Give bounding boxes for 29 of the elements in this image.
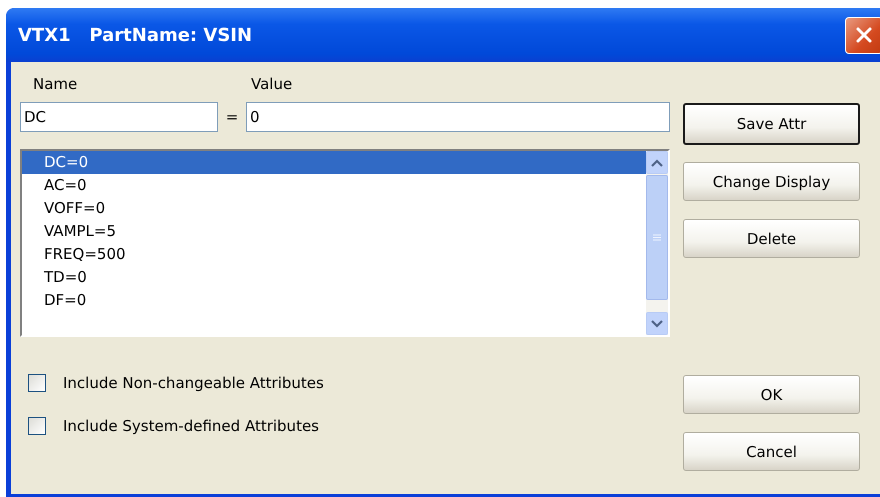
equals-sign: = xyxy=(224,108,240,126)
dialog-button[interactable]: Cancel xyxy=(683,432,860,471)
checkbox-label[interactable]: Include Non-changeable Attributes xyxy=(63,374,324,392)
list-item[interactable]: FREQ=500 xyxy=(22,243,646,266)
scroll-up-button[interactable] xyxy=(646,151,668,174)
scroll-down-button[interactable] xyxy=(646,312,668,335)
name-label: Name xyxy=(32,75,78,95)
dialog-button[interactable]: OK xyxy=(683,375,860,414)
list-item[interactable]: VOFF=0 xyxy=(22,197,646,220)
value-field[interactable]: 0 xyxy=(246,102,670,132)
scrollbar[interactable] xyxy=(646,151,668,335)
scroll-thumb[interactable] xyxy=(646,175,668,300)
dialog-button[interactable]: Save Attr xyxy=(683,103,860,145)
list-item[interactable]: TD=0 xyxy=(22,266,646,289)
grip-icon xyxy=(653,234,661,241)
close-button[interactable] xyxy=(845,16,880,54)
name-field[interactable]: DC xyxy=(20,102,218,132)
list-item[interactable]: DF=0 xyxy=(22,289,646,312)
checkbox[interactable] xyxy=(28,417,46,435)
list-item[interactable]: DC=0 xyxy=(22,151,646,174)
checkbox-label[interactable]: Include System-defined Attributes xyxy=(63,417,319,435)
list-item[interactable]: AC=0 xyxy=(22,174,646,197)
close-icon xyxy=(854,25,874,45)
dialog-button[interactable]: Change Display xyxy=(683,162,860,201)
dialog-button[interactable]: Delete xyxy=(683,219,860,258)
checkbox[interactable] xyxy=(28,374,46,392)
value-label: Value xyxy=(251,75,292,95)
list-item[interactable]: VAMPL=5 xyxy=(22,220,646,243)
window-title: VTX1 PartName: VSIN xyxy=(18,24,252,46)
